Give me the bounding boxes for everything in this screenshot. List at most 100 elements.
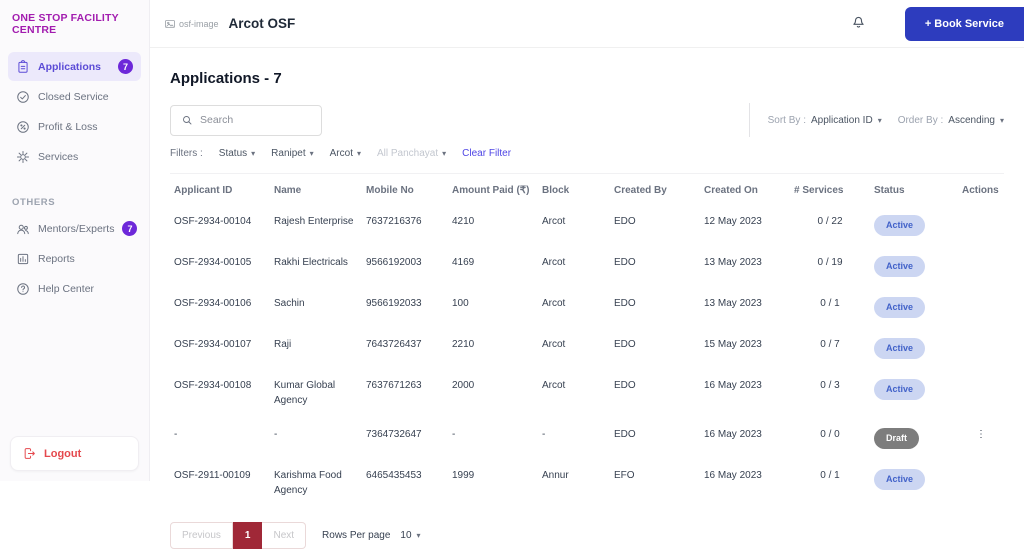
sidebar-item-services[interactable]: Services (8, 143, 141, 171)
col-applicant-id: Applicant ID (174, 185, 233, 196)
cell-name: Karishma Food Agency (274, 470, 342, 496)
table-row[interactable]: OSF-2934-00104 Rajesh Enterprise 7637216… (170, 205, 1004, 246)
cell-mobile: 9566192003 (366, 257, 422, 269)
cell-created-by: EDO (614, 380, 636, 392)
status-badge: Active (874, 215, 926, 237)
order-by-dropdown[interactable]: Order By : Ascending ▾ (898, 115, 1004, 126)
table-row[interactable]: OSF-2934-00107 Raji 7643726437 2210 Arco… (170, 328, 1004, 369)
chevron-down-icon: ▾ (251, 149, 256, 158)
logout-button[interactable]: Logout (10, 436, 139, 471)
col-created-on: Created On (704, 185, 758, 196)
row-actions-menu-icon[interactable]: ⋮ (976, 429, 986, 440)
cell-mobile: 7643726437 (366, 339, 422, 351)
cell-services: 0 / 1 (820, 470, 840, 482)
sidebar-item-label: Help Center (38, 283, 95, 295)
next-page-button[interactable]: Next (262, 522, 307, 549)
rows-per-page-dropdown[interactable]: 10 ▾ (400, 530, 420, 541)
sidebar-item-mentors-experts[interactable]: Mentors/Experts 7 (8, 214, 141, 243)
search-icon (183, 116, 192, 125)
rows-per-page-label: Rows Per page (322, 530, 391, 542)
filter-status-value: Status (218, 148, 248, 159)
cell-name: Sachin (274, 298, 305, 310)
cell-services: 0 / 0 (820, 429, 840, 441)
cell-amount: 4169 (452, 257, 475, 269)
cell-name: Raji (274, 339, 292, 351)
previous-page-button[interactable]: Previous (170, 522, 233, 549)
sort-by-label: Sort By : (767, 114, 806, 126)
col-name: Name (274, 185, 302, 196)
col-amount: Amount Paid (₹) (452, 185, 530, 196)
cell-created-on: 12 May 2023 (704, 216, 762, 227)
cell-block: Arcot (542, 298, 566, 310)
cell-block: Arcot (542, 339, 566, 351)
help-circle-icon (17, 283, 29, 295)
cell-created-by: EDO (614, 298, 636, 310)
cell-amount: 2210 (452, 339, 475, 351)
applications-count-badge: 7 (118, 59, 133, 74)
cell-created-on: 16 May 2023 (704, 470, 762, 482)
sidebar-item-label: Mentors/Experts (38, 222, 115, 235)
cell-services: 0 / 7 (820, 339, 840, 351)
filter-panchayat-dropdown[interactable]: All Panchayat ▾ (377, 148, 446, 159)
book-service-button[interactable]: + Book Service (904, 6, 1024, 41)
sort-by-dropdown[interactable]: Sort By : Application ID ▾ (768, 115, 882, 126)
status-badge: Active (874, 379, 926, 401)
cell-name: Rajesh Enterprise (274, 216, 354, 227)
clear-filter-link[interactable]: Clear Filter (462, 148, 511, 159)
cell-applicant-id: OSF-2934-00106 (174, 298, 252, 310)
cell-mobile: 7637671263 (366, 380, 422, 392)
chevron-down-icon: ▾ (442, 149, 447, 158)
sidebar-item-reports[interactable]: Reports (8, 245, 141, 273)
cell-services: 0 / 22 (817, 216, 843, 227)
mentors-count-badge: 7 (122, 221, 138, 236)
topbar: osf-image Arcot OSF + Book Service (150, 0, 1024, 48)
cell-amount: 4210 (452, 216, 475, 227)
cell-name: - (274, 429, 278, 441)
cell-services: 0 / 19 (817, 257, 843, 269)
cell-created-by: EDO (614, 339, 636, 351)
cell-applicant-id: - (174, 429, 178, 441)
chevron-down-icon: ▾ (309, 149, 314, 158)
sidebar-item-label: Services (38, 151, 79, 163)
table-row[interactable]: OSF-2911-00109 Karishma Food Agency 6465… (170, 459, 1004, 508)
order-by-value: Ascending (948, 114, 995, 126)
percent-circle-icon (17, 121, 29, 133)
filter-block-value: Arcot (329, 148, 353, 159)
current-page-button[interactable]: 1 (232, 522, 263, 549)
rows-per-page: Rows Per page 10 ▾ (322, 530, 421, 541)
filter-panchayat-value: All Panchayat (377, 148, 439, 159)
cell-mobile: 7637216376 (366, 216, 422, 227)
sidebar-item-profit-loss[interactable]: Profit & Loss (8, 113, 141, 141)
cell-created-on: 13 May 2023 (704, 298, 762, 310)
filter-district-dropdown[interactable]: Ranipet ▾ (271, 148, 313, 159)
cell-applicant-id: OSF-2934-00108 (174, 380, 252, 392)
table-row[interactable]: OSF-2934-00108 Kumar Global Agency 76376… (170, 369, 1004, 418)
filter-block-dropdown[interactable]: Arcot ▾ (330, 148, 361, 159)
table-row[interactable]: OSF-2934-00105 Rakhi Electricals 9566192… (170, 246, 1004, 287)
col-status: Status (874, 185, 905, 196)
page-title: Arcot OSF (228, 16, 296, 31)
osf-logo-alt-text: osf-image (179, 18, 219, 29)
applications-heading: Applications - 7 (170, 70, 282, 87)
cell-amount: - (452, 429, 456, 441)
status-badge: Active (874, 256, 926, 278)
order-by-label: Order By : (897, 114, 944, 126)
bar-chart-icon (17, 253, 29, 265)
sidebar-item-closed-service[interactable]: Closed Service (8, 83, 141, 111)
search-input[interactable] (200, 114, 311, 126)
filter-status-dropdown[interactable]: Status ▾ (219, 148, 255, 159)
cell-applicant-id: OSF-2934-00107 (174, 339, 252, 351)
rows-per-page-value: 10 (400, 530, 412, 542)
table-row[interactable]: OSF-2934-00106 Sachin 9566192033 100 Arc… (170, 287, 1004, 328)
status-badge: Active (874, 469, 926, 491)
image-placeholder-icon (165, 19, 175, 28)
main-content: Applications - 7 Sort By : Application I… (150, 48, 1024, 549)
sidebar-item-help-center[interactable]: Help Center (8, 275, 141, 303)
table-row[interactable]: - - 7364732647 - - EDO 16 May 2023 0 / 0… (170, 418, 1004, 459)
sidebar-item-applications[interactable]: Applications 7 (8, 52, 141, 81)
sidebar-item-label: Applications (38, 60, 102, 73)
filter-district-value: Ranipet (271, 148, 306, 159)
notification-bell-icon[interactable] (850, 13, 867, 35)
cell-created-on: 13 May 2023 (704, 257, 762, 269)
table-header-row: Applicant ID Name Mobile No Amount Paid … (170, 174, 1004, 206)
